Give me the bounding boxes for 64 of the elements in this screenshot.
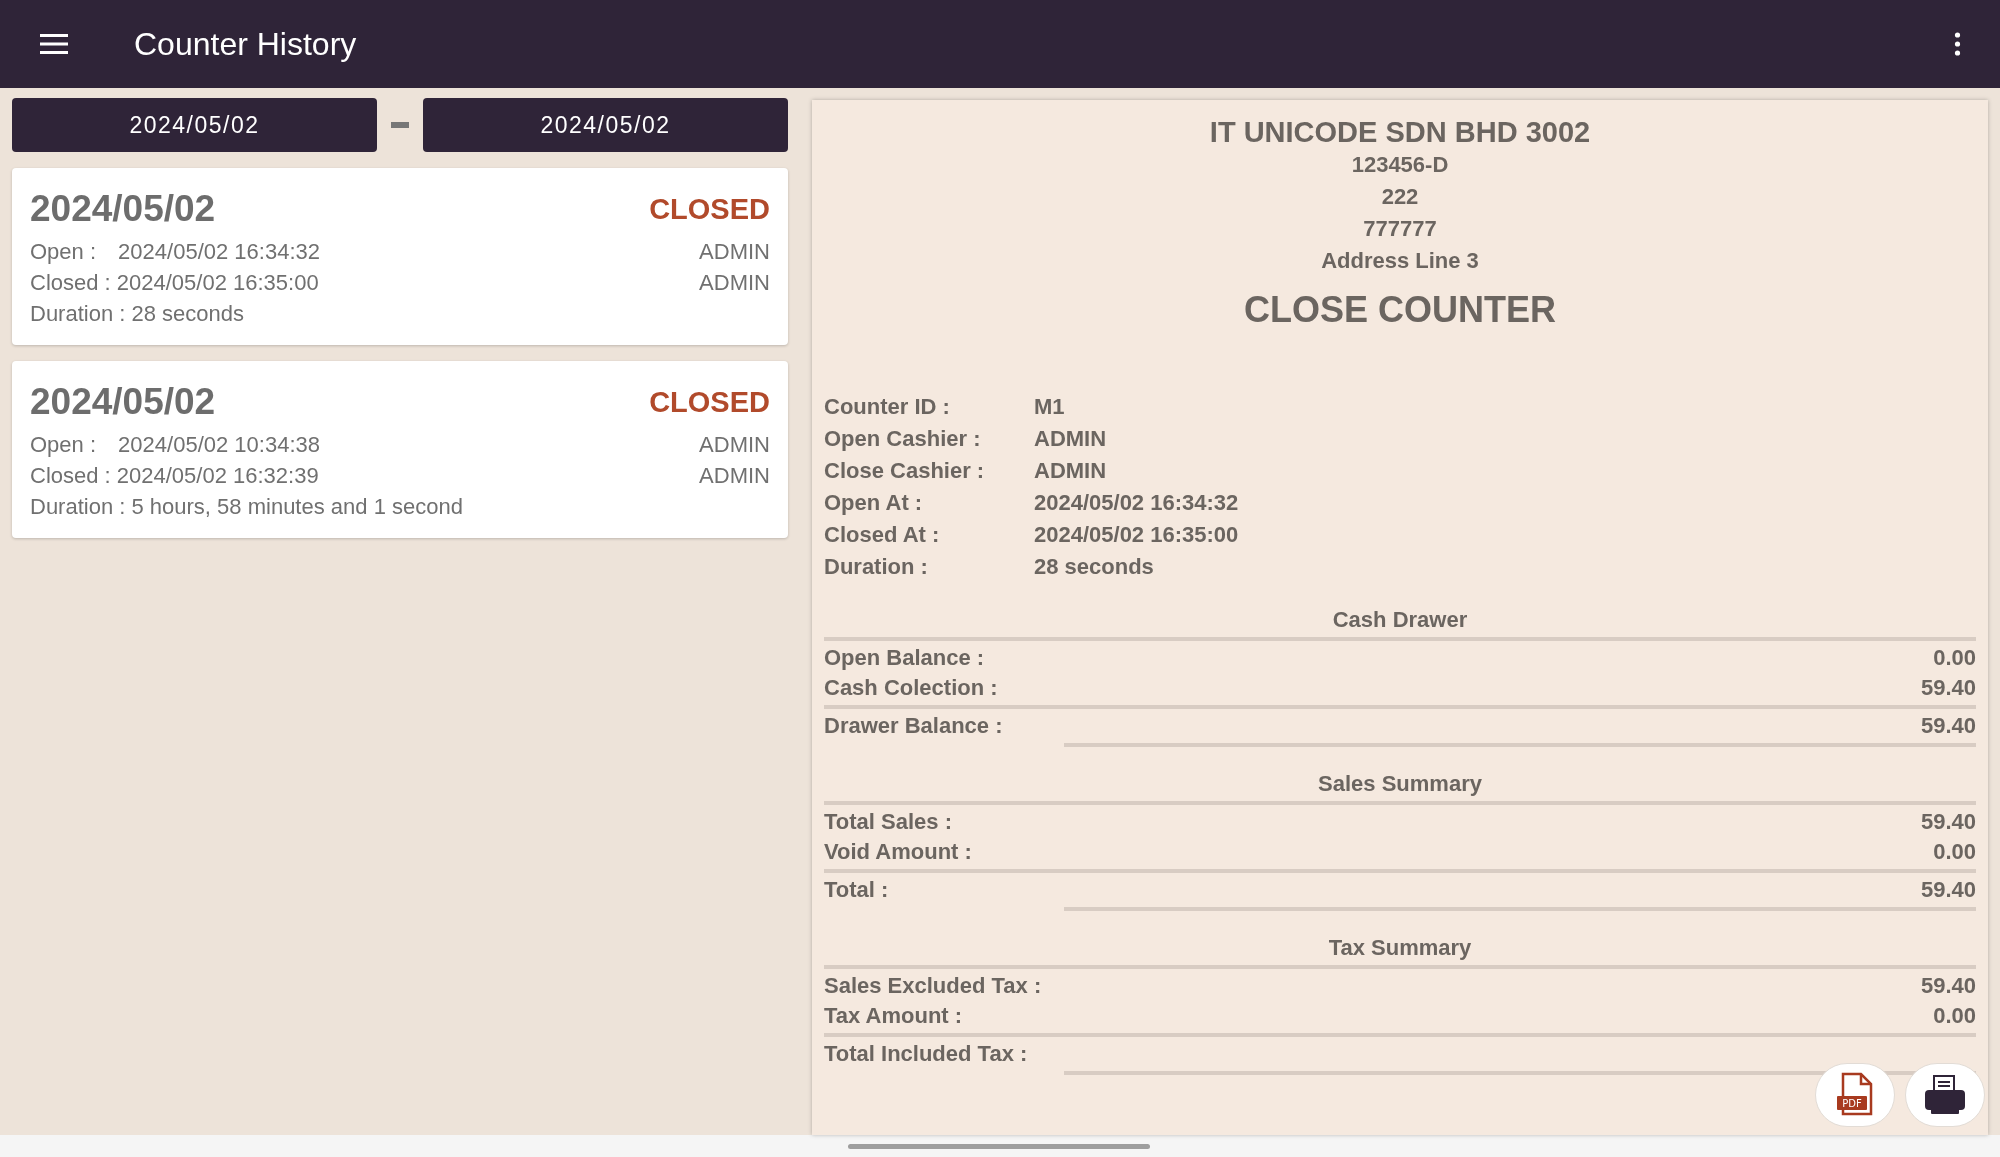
section-heading: Tax Summary bbox=[1327, 934, 1473, 962]
total-label: Total : bbox=[824, 876, 889, 904]
pdf-button[interactable]: PDF bbox=[1815, 1063, 1895, 1127]
header-line: 123456-D bbox=[1350, 151, 1450, 179]
start-date-button[interactable]: 2024/05/02 bbox=[12, 98, 377, 152]
summary-value: 0.00 bbox=[1933, 644, 1976, 672]
end-date-button[interactable]: 2024/05/02 bbox=[423, 98, 788, 152]
page-title: Counter History bbox=[134, 25, 358, 63]
summary-label: Open Balance : bbox=[824, 644, 985, 672]
header-line: Address Line 3 bbox=[1320, 247, 1480, 275]
section-heading: Sales Summary bbox=[1317, 770, 1483, 798]
summary-value: 0.00 bbox=[1933, 838, 1976, 866]
info-value: ADMIN bbox=[1034, 457, 1107, 485]
duration-text: Duration : 5 hours, 58 minutes and 1 second bbox=[30, 494, 463, 520]
session-card[interactable]: 2024/05/02 CLOSED Open : 2024/05/02 16:34:32 ADMIN Closed : 2024/05/02 16:35:00 ADMIN Duration : 28 seconds bbox=[12, 168, 788, 345]
info-label: Counter ID : bbox=[824, 393, 951, 421]
menu-icon[interactable] bbox=[40, 34, 68, 54]
closed-time: Closed : 2024/05/02 16:32:39 bbox=[30, 463, 319, 489]
summary-label: Sales Excluded Tax : bbox=[824, 972, 1042, 1000]
session-date: 2024/05/02 bbox=[30, 381, 216, 423]
info-label: Close Cashier : bbox=[824, 457, 986, 485]
open-cashier: ADMIN bbox=[699, 239, 770, 265]
header-line: 777777 bbox=[1362, 215, 1438, 243]
header-line: 222 bbox=[1380, 183, 1420, 211]
duration-text: Duration : 28 seconds bbox=[30, 301, 245, 327]
summary-label: Void Amount : bbox=[824, 838, 972, 866]
summary-value: 59.40 bbox=[1920, 808, 1976, 836]
total-value: 59.40 bbox=[1920, 712, 1976, 740]
summary-value: 59.40 bbox=[1920, 674, 1976, 702]
session-card[interactable]: 2024/05/02 CLOSED Open : 2024/05/02 10:34:38 ADMIN Closed : 2024/05/02 16:32:39 ADMIN Duration : 5 hours, 58 minutes and 1 second bbox=[12, 361, 788, 538]
status-label: CLOSED bbox=[649, 385, 770, 419]
info-label: Duration : bbox=[824, 553, 929, 581]
printer-icon bbox=[1923, 1075, 1967, 1115]
summary-label: Total Sales : bbox=[824, 808, 952, 836]
summary-value: 0.00 bbox=[1933, 1002, 1976, 1030]
info-label: Open Cashier : bbox=[824, 425, 982, 453]
info-value: 2024/05/02 16:34:32 bbox=[1034, 489, 1239, 517]
info-value: 28 seconds bbox=[1034, 553, 1154, 581]
open-cashier: ADMIN bbox=[699, 432, 770, 458]
total-label: Drawer Balance : bbox=[824, 712, 1003, 740]
open-time: Open : 2024/05/02 16:34:32 bbox=[30, 239, 320, 265]
total-value: 59.40 bbox=[1920, 876, 1976, 904]
info-label: Open At : bbox=[824, 489, 924, 517]
summary-value: 59.40 bbox=[1920, 972, 1976, 1000]
receipt-title: CLOSE COUNTER bbox=[1243, 289, 1557, 331]
home-handle[interactable] bbox=[848, 1143, 1150, 1149]
open-time: Open : 2024/05/02 10:34:38 bbox=[30, 432, 320, 458]
total-label: Total Included Tax : bbox=[824, 1040, 1028, 1068]
summary-label: Cash Colection : bbox=[824, 674, 998, 702]
status-label: CLOSED bbox=[649, 192, 770, 226]
company-name: IT UNICODE SDN BHD 3002 bbox=[1208, 116, 1592, 149]
closed-time: Closed : 2024/05/02 16:35:00 bbox=[30, 270, 319, 296]
info-value: M1 bbox=[1034, 393, 1065, 421]
session-date: 2024/05/02 bbox=[30, 188, 216, 230]
info-label: Closed At : bbox=[824, 521, 941, 549]
section-heading: Cash Drawer bbox=[1331, 606, 1469, 634]
info-value: ADMIN bbox=[1034, 425, 1107, 453]
closed-cashier: ADMIN bbox=[699, 270, 770, 296]
closed-cashier: ADMIN bbox=[699, 463, 770, 489]
summary-label: Tax Amount : bbox=[824, 1002, 963, 1030]
more-options-icon[interactable] bbox=[1954, 32, 1961, 56]
info-value: 2024/05/02 16:35:00 bbox=[1034, 521, 1239, 549]
print-button[interactable] bbox=[1905, 1063, 1985, 1127]
range-dash bbox=[391, 122, 409, 128]
